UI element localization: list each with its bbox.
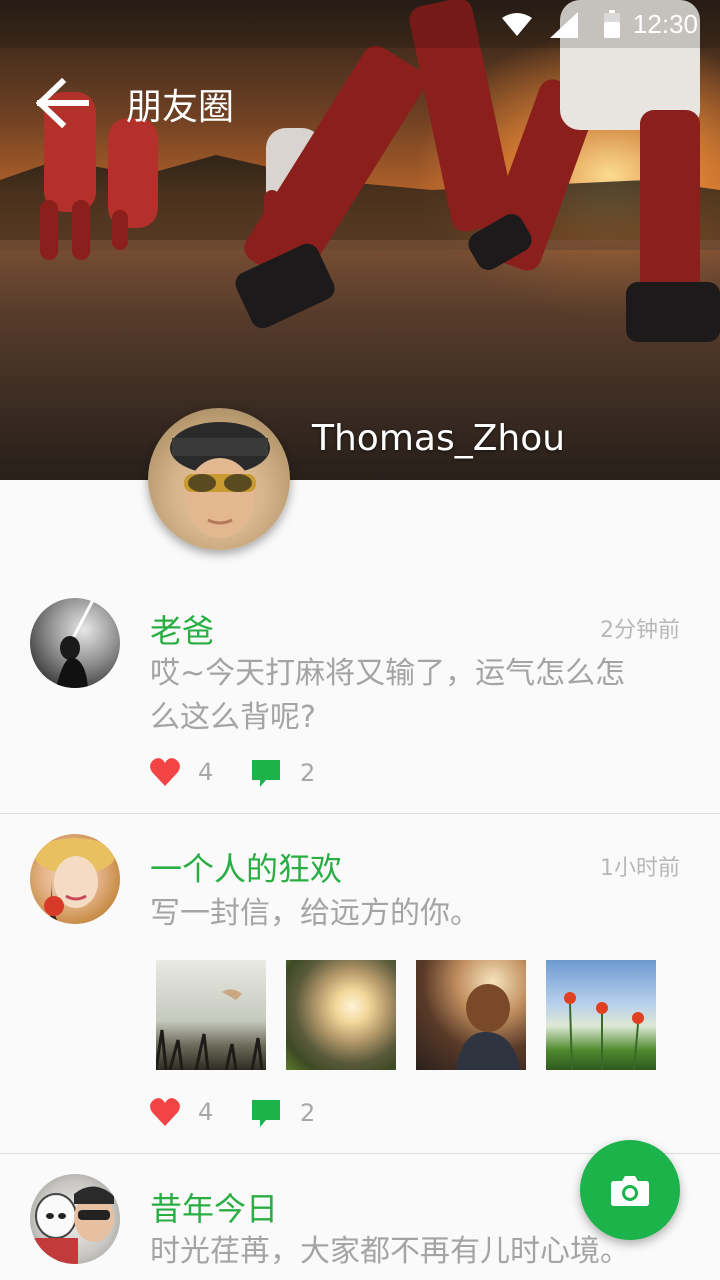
profile-name: Thomas_Zhou: [312, 418, 566, 459]
wifi-icon: [502, 12, 532, 41]
status-bar: 12:30: [0, 0, 720, 48]
profile-avatar[interactable]: [148, 408, 290, 550]
like-count: 4: [198, 1098, 214, 1126]
camera-icon: [611, 1176, 649, 1206]
like-count: 4: [198, 758, 214, 786]
comment-icon: [252, 760, 280, 787]
comment-icon: [252, 1100, 280, 1127]
back-button[interactable]: [35, 77, 92, 129]
post-image-3[interactable]: [416, 960, 526, 1070]
camera-button[interactable]: [580, 1140, 680, 1240]
post-text: 时光荏苒，大家都不再有儿时心境。: [150, 1234, 630, 1269]
comment-count: 2: [300, 759, 316, 787]
battery-icon: [604, 10, 620, 43]
post-author[interactable]: 一个人的狂欢: [150, 844, 342, 890]
post-avatar[interactable]: [30, 598, 120, 688]
post-time: 2分钟前: [600, 618, 680, 643]
comment-button[interactable]: 2: [250, 758, 315, 788]
post-avatar[interactable]: [30, 1174, 120, 1264]
like-button[interactable]: 4: [150, 1098, 213, 1126]
post-time: 1小时前: [600, 856, 680, 881]
heart-icon: [150, 1098, 180, 1126]
comment-count: 2: [300, 1099, 316, 1127]
post-text: 写一封信，给远方的你。: [150, 896, 480, 931]
status-time: 12:30: [632, 9, 698, 39]
comment-button[interactable]: 2: [250, 1098, 315, 1128]
app-bar: 朋友圈: [0, 48, 720, 160]
post: 一个人的狂欢 1小时前 写一封信，给远方的你。 4 2: [0, 814, 720, 1154]
post-image-1[interactable]: [154, 960, 266, 1071]
post-image-2[interactable]: [286, 960, 396, 1070]
heart-icon: [150, 758, 180, 786]
post-author[interactable]: 昔年今日: [150, 1184, 278, 1230]
page-title: 朋友圈: [126, 87, 235, 128]
signal-icon: [550, 12, 578, 43]
post-image-4[interactable]: [546, 960, 656, 1071]
post: 老爸 2分钟前 哎~今天打麻将又输了，运气怎么怎么这么背呢? 4 2: [0, 560, 720, 814]
like-button[interactable]: 4: [150, 758, 213, 786]
post-avatar[interactable]: [30, 834, 120, 924]
post-text: 哎~今天打麻将又输了，运气怎么怎么这么背呢?: [150, 656, 626, 735]
post-author[interactable]: 老爸: [150, 606, 214, 652]
arrow-left-icon: [35, 77, 89, 129]
